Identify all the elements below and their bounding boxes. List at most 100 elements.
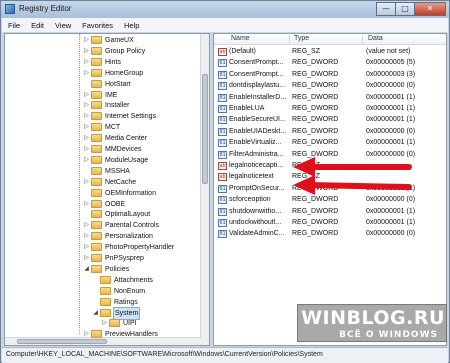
- tree-expander-icon[interactable]: ▷: [83, 92, 90, 99]
- tree-item-netcache[interactable]: ▷ NetCache: [5, 177, 201, 188]
- value-row[interactable]: 01 ValidateAdminC... REG_DWORD 0x00000000 (…: [214, 229, 446, 239]
- tree-expander-icon[interactable]: ▷: [83, 244, 90, 251]
- tree-item-previewhandlers[interactable]: ▷ PreviewHandlers: [5, 329, 201, 340]
- value-row[interactable]: 01 EnableVirtualiz... REG_DWORD 0x00000001 …: [214, 138, 446, 148]
- tree-item-label: Internet Settings: [105, 113, 156, 121]
- tree-expander-icon[interactable]: ▷: [83, 255, 90, 262]
- value-row[interactable]: 01 shutdownwitho... REG_DWORD 0x00000001 (1…: [214, 207, 446, 217]
- close-button[interactable]: ✕: [414, 2, 446, 16]
- tree-item-attachments[interactable]: Attachments: [5, 275, 201, 286]
- tree-item-personalization[interactable]: ▷ Personalization: [5, 231, 201, 242]
- column-header-type[interactable]: Type: [294, 35, 309, 42]
- registry-key-tree[interactable]: ▷ GameUX ▷ Group Policy ▷ Hints ▷ HomeGroup HotS…: [4, 33, 210, 346]
- value-row[interactable]: ab legalnoticecapti... REG_SZ: [214, 161, 446, 171]
- tree-item-media-center[interactable]: ▷ Media Center: [5, 133, 201, 144]
- tree-expander-icon[interactable]: ▷: [83, 146, 90, 153]
- tree-item-homegroup[interactable]: ▷ HomeGroup: [5, 68, 201, 79]
- dword-value-icon: 01: [218, 139, 227, 148]
- dword-value-icon: 01: [218, 93, 227, 102]
- tree-expander-icon[interactable]: ▷: [83, 222, 90, 229]
- tree-expander-icon[interactable]: [83, 190, 90, 197]
- folder-icon: [91, 232, 102, 241]
- menu-view[interactable]: View: [55, 21, 71, 30]
- tree-item-installer[interactable]: ▷ Installer: [5, 100, 201, 111]
- value-row[interactable]: ab legalnoticetext REG_SZ: [214, 172, 446, 182]
- tree-item-nonenum[interactable]: NonEnum: [5, 286, 201, 297]
- tree-expander-icon[interactable]: [92, 288, 99, 295]
- dword-value-icon: 01: [218, 219, 227, 227]
- tree-expander-icon[interactable]: ▷: [83, 179, 90, 186]
- tree-expander-icon[interactable]: ▷: [83, 201, 90, 208]
- tree-expander-icon[interactable]: ▷: [83, 124, 90, 131]
- value-row[interactable]: 01 EnableLUA REG_DWORD 0x00000001 (1): [214, 104, 446, 114]
- tree-vertical-scrollbar[interactable]: [200, 34, 209, 345]
- tree-expander-icon[interactable]: ▷: [83, 157, 90, 164]
- folder-icon: [91, 188, 102, 197]
- tree-item-oobe[interactable]: ▷ OOBE: [5, 199, 201, 210]
- tree-item-ime[interactable]: ▷ IME: [5, 90, 201, 101]
- tree-item-photopropertyhandler[interactable]: ▷ PhotoPropertyHandler: [5, 242, 201, 253]
- menu-file[interactable]: File: [8, 21, 20, 30]
- tree-item-internet-settings[interactable]: ▷ Internet Settings: [5, 111, 201, 122]
- menu-edit[interactable]: Edit: [31, 21, 44, 30]
- tree-expander-icon[interactable]: ▷: [83, 331, 90, 338]
- tree-item-gameux[interactable]: ▷ GameUX: [5, 35, 201, 46]
- tree-item-label: ModuleUsage: [105, 156, 149, 164]
- folder-icon: [91, 145, 102, 153]
- tree-item-policies[interactable]: ◢ Policies: [5, 264, 201, 275]
- tree-expander-icon[interactable]: [92, 299, 99, 306]
- tree-item-pnpsysprep[interactable]: ▷ PnPSysprep: [5, 253, 201, 264]
- tree-item-oeminformation[interactable]: OEMInformation: [5, 188, 201, 199]
- tree-expander-icon[interactable]: ▷: [101, 320, 108, 327]
- value-row[interactable]: 01 dontdisplaylastu... REG_DWORD 0x00000000…: [214, 81, 446, 91]
- value-row[interactable]: ab (Default) REG_SZ (value not set): [214, 47, 446, 57]
- tree-item-hints[interactable]: ▷ Hints: [5, 57, 201, 68]
- tree-expander-icon[interactable]: [83, 168, 90, 175]
- tree-expander-icon[interactable]: ▷: [83, 59, 90, 66]
- column-header-name[interactable]: Name: [231, 35, 250, 42]
- tree-item-mct[interactable]: ▷ MCT: [5, 122, 201, 133]
- tree-expander-icon[interactable]: [83, 81, 90, 88]
- tree-item-mssha[interactable]: MSSHA: [5, 166, 201, 177]
- dword-value-icon: 01: [218, 82, 227, 91]
- tree-item-optimallayout[interactable]: OptimalLayout: [5, 209, 201, 220]
- tree-expander-icon[interactable]: ◢: [92, 310, 99, 317]
- tree-expander-icon[interactable]: [92, 277, 99, 284]
- tree-item-mmdevices[interactable]: ▷ MMDevices: [5, 144, 201, 155]
- tree-expander-icon[interactable]: ▷: [83, 37, 90, 44]
- value-row[interactable]: 01 EnableUIADeskt... REG_DWORD 0x00000000 (…: [214, 127, 446, 137]
- menu-favorites[interactable]: Favorites: [82, 21, 113, 30]
- tree-expander-icon[interactable]: [83, 211, 90, 218]
- value-name: (Default): [229, 48, 256, 55]
- maximize-button[interactable]: □: [395, 2, 415, 16]
- tree-expander-icon[interactable]: ▷: [83, 233, 90, 240]
- value-row[interactable]: 01 EnableInstallerD... REG_DWORD 0x00000001…: [214, 93, 446, 103]
- tree-item-uipi[interactable]: ▷ UIPI: [5, 318, 201, 329]
- value-row[interactable]: 01 scforceoption REG_DWORD 0x00000000 (0): [214, 195, 446, 205]
- minimize-button[interactable]: —: [376, 2, 396, 16]
- value-row[interactable]: 01 undockwithoutl... REG_DWORD 0x00000001 (…: [214, 218, 446, 228]
- tree-expander-icon[interactable]: ▷: [83, 135, 90, 142]
- status-path: Computer\HKEY_LOCAL_MACHINE\SOFTWARE\Mic…: [6, 351, 323, 358]
- registry-values-list[interactable]: Name Type Data ab (Default) REG_SZ (value n…: [213, 33, 447, 346]
- menu-help[interactable]: Help: [124, 21, 139, 30]
- value-row[interactable]: 01 ConsentPrompt... REG_DWORD 0x00000005 (5…: [214, 58, 446, 68]
- tree-item-group-policy[interactable]: ▷ Group Policy: [5, 46, 201, 57]
- value-name: ValidateAdminC...: [229, 230, 285, 238]
- tree-item-ratings[interactable]: Ratings: [5, 297, 201, 308]
- tree-item-hotstart[interactable]: HotStart: [5, 79, 201, 90]
- value-row[interactable]: 01 PromptOnSecur... REG_DWORD 0x00000001 (1…: [214, 184, 446, 194]
- tree-item-moduleusage[interactable]: ▷ ModuleUsage: [5, 155, 201, 166]
- column-header-data[interactable]: Data: [368, 35, 383, 42]
- tree-item-system[interactable]: ◢ System: [5, 306, 201, 320]
- value-row[interactable]: 01 FilterAdministra... REG_DWORD 0x00000000…: [214, 150, 446, 160]
- value-row[interactable]: 01 ConsentPrompt... REG_DWORD 0x00000003 (3…: [214, 70, 446, 80]
- tree-expander-icon[interactable]: ▷: [83, 48, 90, 55]
- tree-item-parental-controls[interactable]: ▷ Parental Controls: [5, 220, 201, 231]
- tree-expander-icon[interactable]: ▷: [83, 113, 90, 120]
- tree-expander-icon[interactable]: ◢: [83, 266, 90, 273]
- tree-expander-icon[interactable]: ▷: [83, 102, 90, 109]
- value-name: EnableInstallerD...: [229, 93, 287, 101]
- value-row[interactable]: 01 EnableSecureUI... REG_DWORD 0x00000001 (…: [214, 115, 446, 125]
- tree-expander-icon[interactable]: ▷: [83, 70, 90, 77]
